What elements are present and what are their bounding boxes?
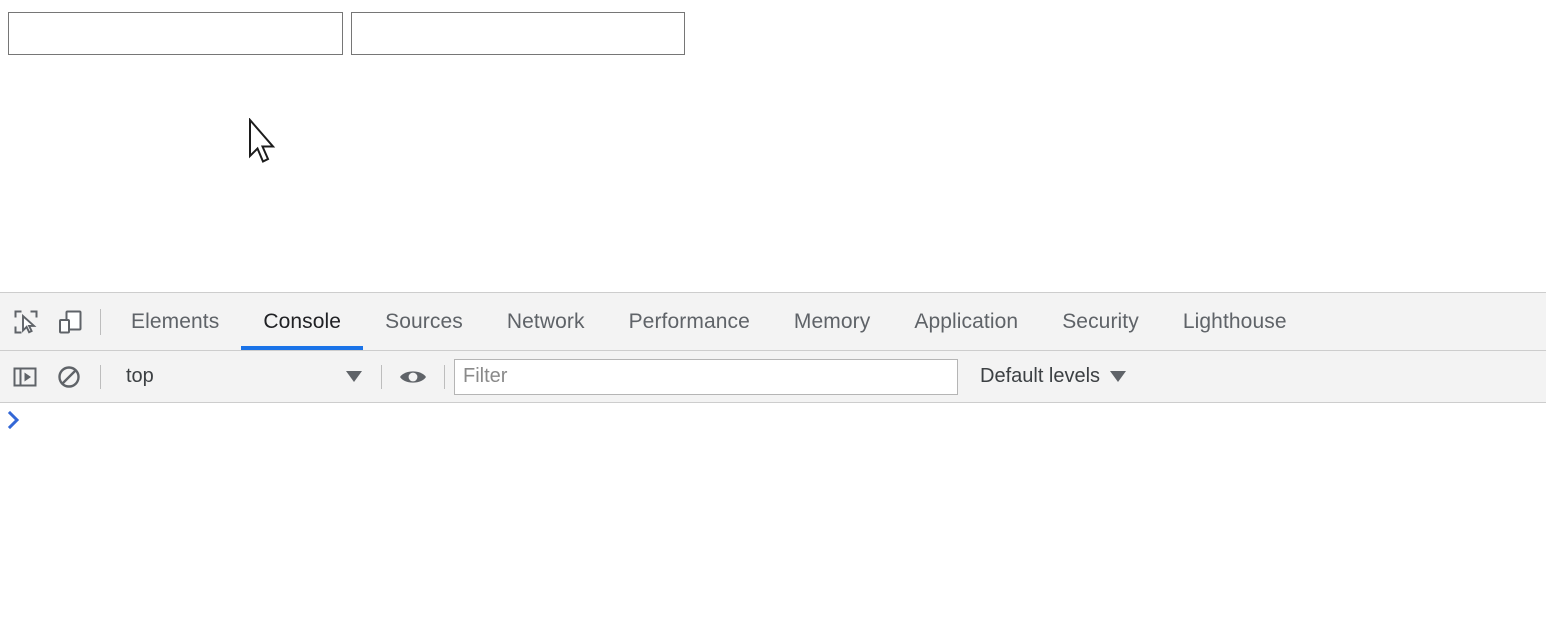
arrow-pointer-cursor xyxy=(248,118,278,168)
first-text-input[interactable] xyxy=(8,12,343,55)
console-sidebar-toggle-button[interactable] xyxy=(3,357,47,397)
tab-network[interactable]: Network xyxy=(485,293,607,350)
console-message-area[interactable] xyxy=(0,403,1546,619)
console-toolbar: top Default levels xyxy=(0,351,1546,403)
inspect-element-button[interactable] xyxy=(4,300,48,344)
tab-performance[interactable]: Performance xyxy=(607,293,772,350)
tab-security[interactable]: Security xyxy=(1040,293,1161,350)
second-text-input[interactable] xyxy=(351,12,685,55)
console-prompt-input[interactable] xyxy=(28,411,1546,435)
web-page-content xyxy=(0,0,1546,292)
tab-application[interactable]: Application xyxy=(892,293,1040,350)
devtools-panel: ElementsConsoleSourcesNetworkPerformance… xyxy=(0,292,1546,620)
create-live-expression-button[interactable] xyxy=(391,357,435,397)
console-toolbar-divider-3 xyxy=(444,365,445,389)
tab-elements[interactable]: Elements xyxy=(109,293,241,350)
prompt-chevron-icon xyxy=(0,411,28,429)
tab-sources[interactable]: Sources xyxy=(363,293,485,350)
toggle-device-toolbar-button[interactable] xyxy=(48,300,92,344)
execution-context-label: top xyxy=(126,365,346,388)
console-sidebar-toggle-icon xyxy=(12,364,38,390)
log-levels-label: Default levels xyxy=(980,365,1100,388)
inspect-element-icon xyxy=(12,308,40,336)
log-levels-selector[interactable]: Default levels xyxy=(966,357,1140,397)
console-toolbar-divider-1 xyxy=(100,365,101,389)
chevron-down-icon xyxy=(346,371,362,382)
create-live-expression-eye-icon xyxy=(398,364,428,390)
clear-console-icon xyxy=(56,364,82,390)
chevron-down-icon xyxy=(1110,371,1126,382)
devtools-tab-list: ElementsConsoleSourcesNetworkPerformance… xyxy=(109,293,1309,350)
console-filter-input[interactable] xyxy=(454,359,958,395)
tab-console[interactable]: Console xyxy=(241,293,363,350)
execution-context-selector[interactable]: top xyxy=(110,357,372,397)
console-prompt-row[interactable] xyxy=(0,403,1546,441)
console-toolbar-divider-2 xyxy=(381,365,382,389)
toolbar-divider xyxy=(100,309,101,335)
tab-lighthouse[interactable]: Lighthouse xyxy=(1161,293,1309,350)
devtools-tabbar: ElementsConsoleSourcesNetworkPerformance… xyxy=(0,293,1546,351)
device-toolbar-icon xyxy=(56,308,84,336)
clear-console-button[interactable] xyxy=(47,357,91,397)
tab-memory[interactable]: Memory xyxy=(772,293,892,350)
